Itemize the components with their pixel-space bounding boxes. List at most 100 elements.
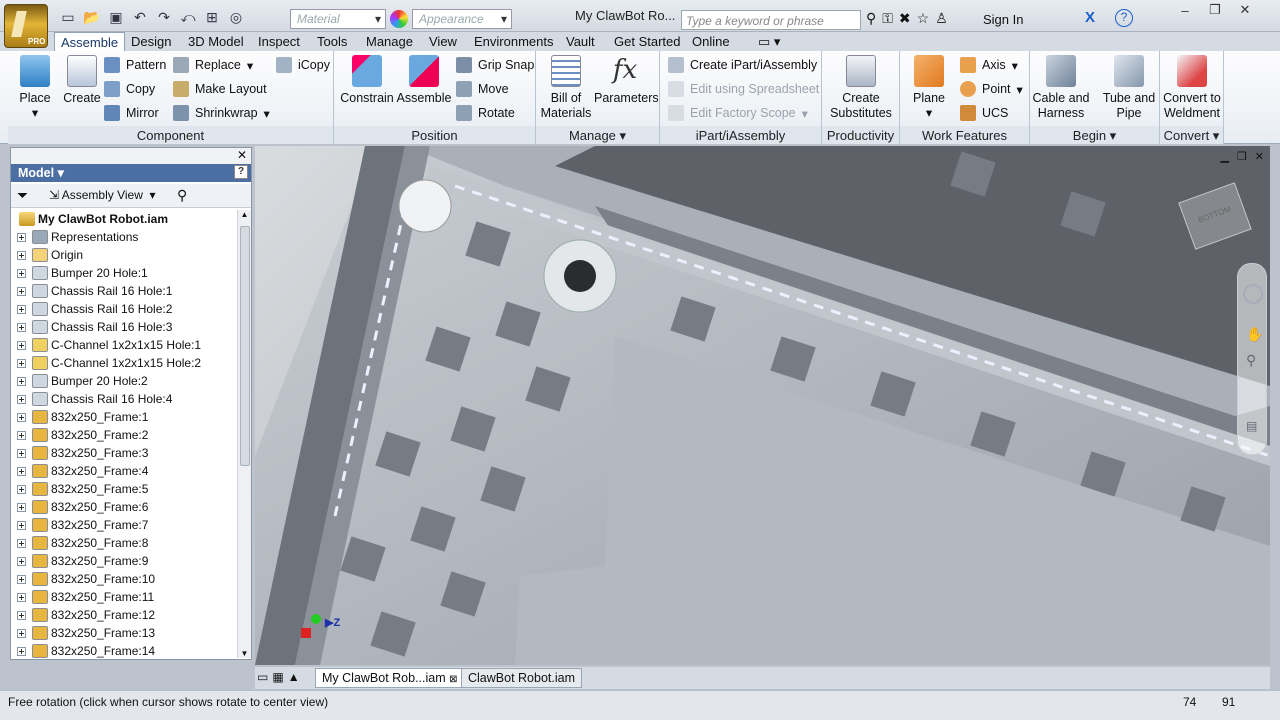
close-tab-icon[interactable]: ⊠ (449, 674, 457, 685)
tab-manage[interactable]: Manage (366, 32, 413, 52)
minimize-icon[interactable]: – (1170, 0, 1200, 20)
viewport-restore-icon[interactable]: ❐ (1237, 150, 1247, 163)
search-input[interactable]: Type a keyword or phrase (681, 10, 861, 30)
tree-item[interactable]: 832x250_Frame:1 (11, 408, 237, 426)
tree-item[interactable]: C-Channel 1x2x1x15 Hole:1 (11, 336, 237, 354)
material-combo[interactable]: Material (290, 9, 386, 29)
ribbon-options-icon[interactable]: ▭ ▾ (758, 32, 780, 52)
find-icon[interactable]: ⚲ (177, 187, 187, 204)
rotate-button[interactable]: Rotate (456, 105, 515, 121)
shrinkwrap-button[interactable]: Shrinkwrap ▾ (173, 105, 270, 121)
browser-scrollbar[interactable]: ▲ ▼ (237, 210, 251, 658)
tab-inspect[interactable]: Inspect (258, 32, 300, 52)
expand-icon[interactable] (17, 250, 26, 260)
application-menu-button[interactable]: PRO (4, 4, 48, 48)
tree-item[interactable]: 832x250_Frame:4 (11, 462, 237, 480)
viewport-minimize-icon[interactable]: ▁ (1220, 150, 1228, 163)
tree-item[interactable]: 832x250_Frame:13 (11, 624, 237, 642)
expand-icon[interactable] (17, 592, 26, 602)
expand-icon[interactable] (17, 556, 26, 566)
pattern-button[interactable]: Pattern (104, 57, 166, 73)
expand-icon[interactable] (17, 358, 26, 368)
place-button[interactable]: Place ▾ (14, 55, 56, 121)
expand-icon[interactable] (17, 520, 26, 530)
expand-icon[interactable] (17, 466, 26, 476)
expand-icon[interactable] (17, 538, 26, 548)
scroll-down-icon[interactable]: ▼ (238, 649, 251, 658)
expand-icon[interactable] (17, 304, 26, 314)
tree-item[interactable]: Origin (11, 246, 237, 264)
key-icon[interactable]: ⚿ (882, 10, 893, 27)
bill-of-materials-button[interactable]: Bill of Materials (540, 55, 592, 121)
exchange-icon[interactable]: X (1085, 9, 1095, 26)
expand-icon[interactable] (17, 610, 26, 620)
steering-wheel-icon[interactable] (1243, 284, 1263, 304)
move-button[interactable]: Move (456, 81, 509, 97)
viewport-close-icon[interactable]: ✕ (1255, 150, 1264, 163)
tree-item[interactable]: Bumper 20 Hole:1 (11, 264, 237, 282)
sign-in-button[interactable]: Sign In (983, 12, 1023, 27)
expand-icon[interactable] (17, 268, 26, 278)
expand-icon[interactable] (17, 322, 26, 332)
tree-item[interactable]: Chassis Rail 16 Hole:4 (11, 390, 237, 408)
expand-icon[interactable] (17, 628, 26, 638)
create-button[interactable]: Create (62, 55, 102, 106)
plane-button[interactable]: Plane ▾ (906, 55, 952, 121)
ucs-button[interactable]: UCS (960, 105, 1008, 121)
scroll-up-icon[interactable]: ▲ (238, 210, 251, 219)
create-ipart-button[interactable]: Create iPart/iAssembly (668, 57, 817, 73)
assemble-button[interactable]: Assemble (396, 55, 452, 106)
doc-tab-active[interactable]: My ClawBot Rob...iam ⊠ (315, 668, 465, 688)
tab-get-started[interactable]: Get Started (614, 32, 680, 52)
expand-icon[interactable] (17, 484, 26, 494)
tab-vault[interactable]: Vault (566, 32, 595, 52)
expand-icon[interactable] (17, 646, 26, 656)
binoculars-icon[interactable]: ⚲ (866, 10, 876, 27)
filter-icon[interactable]: ⏷ (17, 187, 28, 204)
tab-assemble[interactable]: Assemble (54, 32, 126, 52)
save-icon[interactable]: ▣ (106, 8, 126, 26)
expand-icon[interactable] (17, 412, 26, 422)
help-icon[interactable]: ? (1115, 9, 1133, 27)
graphics-window[interactable]: ▁ ❐ ✕ BOTTOM ▶Z (255, 146, 1270, 665)
make-layout-button[interactable]: Make Layout (173, 81, 267, 97)
undo-icon[interactable]: ↶ (130, 8, 150, 26)
tools-icon[interactable]: ✖ (899, 10, 911, 27)
constrain-button[interactable]: Constrain (340, 55, 394, 106)
tree-item[interactable]: 832x250_Frame:6 (11, 498, 237, 516)
star-icon[interactable]: ☆ (917, 10, 930, 27)
copy-button[interactable]: Copy (104, 81, 155, 97)
open-icon[interactable]: 📂 (82, 8, 102, 26)
cascade-icon[interactable]: ▦ (272, 670, 283, 684)
tab-tools[interactable]: Tools (317, 32, 347, 52)
replace-button[interactable]: Replace ▾ (173, 57, 253, 73)
tree-item[interactable]: 832x250_Frame:14 (11, 642, 237, 660)
tree-item[interactable]: 832x250_Frame:10 (11, 570, 237, 588)
expand-icon[interactable] (17, 574, 26, 584)
expand-icon[interactable] (17, 430, 26, 440)
manage-panel-title[interactable]: Manage ▾ (536, 126, 659, 144)
redo-icon[interactable]: ↷ (154, 8, 174, 26)
expand-icon[interactable] (17, 502, 26, 512)
tree-item[interactable]: 832x250_Frame:5 (11, 480, 237, 498)
help-icon[interactable]: ? (234, 165, 248, 179)
tile-icon[interactable]: ▭ (257, 670, 268, 684)
tree-item[interactable]: 832x250_Frame:9 (11, 552, 237, 570)
expand-icon[interactable] (17, 286, 26, 296)
tab-3d-model[interactable]: 3D Model (188, 32, 244, 52)
point-button[interactable]: Point ▾ (960, 81, 1023, 97)
tree-item[interactable]: C-Channel 1x2x1x15 Hole:2 (11, 354, 237, 372)
expand-icon[interactable] (17, 376, 26, 386)
tree-root[interactable]: My ClawBot Robot.iam (11, 210, 237, 228)
tab-online[interactable]: Online (692, 32, 730, 52)
tab-list-icon[interactable]: ▲ (288, 670, 300, 684)
begin-panel-title[interactable]: Begin ▾ (1030, 126, 1159, 144)
tree-item[interactable]: Chassis Rail 16 Hole:2 (11, 300, 237, 318)
tree-item[interactable]: 832x250_Frame:3 (11, 444, 237, 462)
close-icon[interactable]: ✕ (237, 148, 247, 162)
tree-item[interactable]: 832x250_Frame:11 (11, 588, 237, 606)
tree-item[interactable]: 832x250_Frame:7 (11, 516, 237, 534)
pan-icon[interactable]: ✋ (1246, 326, 1263, 343)
expand-icon[interactable] (17, 232, 26, 242)
axis-button[interactable]: Axis ▾ (960, 57, 1018, 73)
